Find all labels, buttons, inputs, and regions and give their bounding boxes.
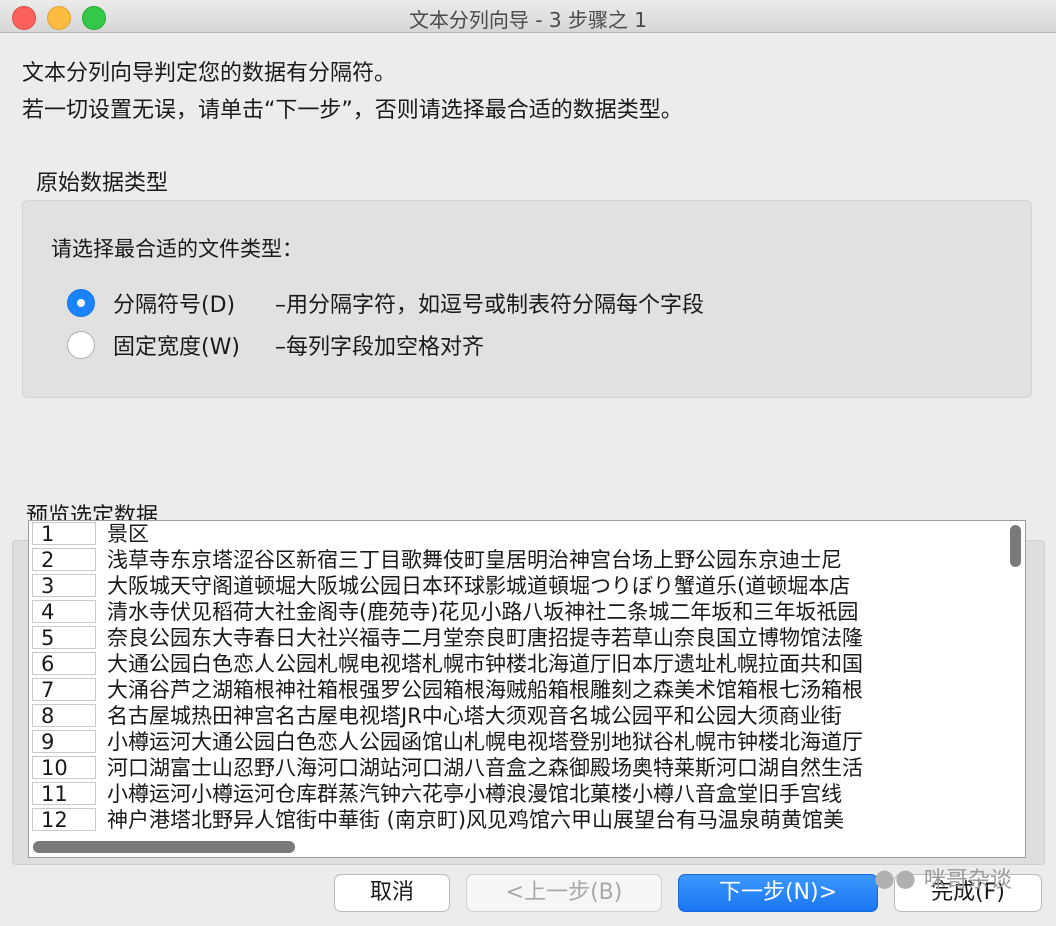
preview-row: 2 浅草寺东京塔涩谷区新宿三丁目歌舞伎町皇居明治神宫台场上野公园东京迪士尼 — [29, 547, 1025, 573]
delimited-description: –用分隔字符，如逗号或制表符分隔每个字段 — [275, 293, 705, 318]
delimited-label[interactable]: 分隔符号(D) — [113, 287, 259, 319]
file-type-prompt: 请选择最合适的文件类型： — [51, 237, 303, 261]
row-number: 9 — [32, 730, 96, 753]
preview-row: 8 名古屋城热田神宫名古屋电视塔JR中心塔大须观音名城公园平和公园大须商业街 — [29, 703, 1025, 729]
row-text: 大阪城天守阁道顿堀大阪城公园日本环球影城道頓堀つりぼり蟹道乐(道顿堀本店 — [107, 574, 851, 598]
row-number: 2 — [32, 548, 96, 571]
row-number: 5 — [32, 626, 96, 649]
fixed-width-description: –每列字段加空格对齐 — [275, 335, 485, 360]
watermark: ●● 咪哥杂谈 — [874, 860, 1012, 896]
intro-line-1: 文本分列向导判定您的数据有分隔符。 — [22, 61, 397, 86]
previous-step-button[interactable]: <上一步(B) — [466, 874, 662, 912]
preview-row: 5 奈良公园东大寺春日大社兴福寺二月堂奈良町唐招提寺若草山奈良国立博物馆法隆 — [29, 625, 1025, 651]
row-number: 4 — [32, 600, 96, 623]
preview-row: 11 小樽运河小樽运河仓库群蒸汽钟六花亭小樽浪漫馆北菓楼小樽八音盒堂旧手宫线 — [29, 781, 1025, 807]
row-number: 3 — [32, 574, 96, 597]
row-text: 名古屋城热田神宫名古屋电视塔JR中心塔大须观音名城公园平和公园大须商业街 — [107, 704, 842, 728]
intro-line-2: 若一切设置无误，请单击“下一步”，否则请选择最合适的数据类型。 — [22, 98, 683, 123]
preview-row: 1 景区 — [29, 521, 1025, 547]
cancel-button[interactable]: 取消 — [334, 874, 450, 912]
row-text: 大通公园白色恋人公园札幌电视塔札幌市钟楼北海道厅旧本厅遗址札幌拉面共和国 — [107, 652, 863, 676]
original-data-type-title: 原始数据类型 — [36, 171, 169, 196]
row-number: 8 — [32, 704, 96, 727]
row-text: 大涌谷芦之湖箱根神社箱根强罗公园箱根海贼船箱根雕刻之森美术馆箱根七汤箱根 — [107, 678, 863, 702]
preview-row: 10 河口湖富士山忍野八海河口湖站河口湖八音盒之森御殿场奥特莱斯河口湖自然生活 — [29, 755, 1025, 781]
next-step-button[interactable]: 下一步(N)> — [678, 874, 878, 912]
title-bar: 文本分列向导 - 3 步骤之 1 — [0, 0, 1056, 33]
preview-row: 4 清水寺伏见稻荷大社金阁寺(鹿苑寺)花见小路八坂神社二条城二年坂和三年坂祇园 — [29, 599, 1025, 625]
preview-row: 7 大涌谷芦之湖箱根神社箱根强罗公园箱根海贼船箱根雕刻之森美术馆箱根七汤箱根 — [29, 677, 1025, 703]
row-number: 12 — [32, 808, 96, 831]
row-number: 11 — [32, 782, 96, 805]
fixed-width-radio[interactable] — [67, 331, 95, 359]
row-text: 浅草寺东京塔涩谷区新宿三丁目歌舞伎町皇居明治神宫台场上野公园东京迪士尼 — [107, 548, 842, 572]
delimited-radio[interactable] — [67, 289, 95, 317]
row-text: 奈良公园东大寺春日大社兴福寺二月堂奈良町唐招提寺若草山奈良国立博物馆法隆 — [107, 626, 863, 650]
wechat-icon: ●● — [874, 864, 916, 892]
preview-title: 预览选定数据 — [26, 504, 159, 521]
original-data-type-group: 请选择最合适的文件类型： 分隔符号(D) –用分隔字符，如逗号或制表符分隔每个字… — [22, 200, 1032, 398]
radio-option-fixed-width[interactable]: 固定宽度(W) –每列字段加空格对齐 — [67, 329, 484, 361]
row-number: 6 — [32, 652, 96, 675]
row-text: 清水寺伏见稻荷大社金阁寺(鹿苑寺)花见小路八坂神社二条城二年坂和三年坂祇园 — [107, 600, 859, 624]
data-preview[interactable]: 1 景区 2 浅草寺东京塔涩谷区新宿三丁目歌舞伎町皇居明治神宫台场上野公园东京迪… — [28, 520, 1026, 858]
row-number: 1 — [32, 522, 96, 545]
window-title: 文本分列向导 - 3 步骤之 1 — [408, 8, 648, 32]
preview-row: 12 神户港塔北野异人馆街中華街 (南京町)风见鸡馆六甲山展望台有马温泉萌黄馆美 — [29, 807, 1025, 833]
preview-row: 6 大通公园白色恋人公园札幌电视塔札幌市钟楼北海道厅旧本厅遗址札幌拉面共和国 — [29, 651, 1025, 677]
row-text: 景区 — [107, 522, 149, 546]
row-number: 7 — [32, 678, 96, 701]
row-number: 10 — [32, 756, 96, 779]
preview-row: 3 大阪城天守阁道顿堀大阪城公园日本环球影城道頓堀つりぼり蟹道乐(道顿堀本店 — [29, 573, 1025, 599]
row-text: 河口湖富士山忍野八海河口湖站河口湖八音盒之森御殿场奥特莱斯河口湖自然生活 — [107, 756, 863, 780]
radio-option-delimited[interactable]: 分隔符号(D) –用分隔字符，如逗号或制表符分隔每个字段 — [67, 287, 704, 319]
vertical-scrollbar-thumb[interactable] — [1010, 525, 1021, 567]
row-text: 小樽运河小樽运河仓库群蒸汽钟六花亭小樽浪漫馆北菓楼小樽八音盒堂旧手宫线 — [107, 782, 842, 806]
preview-row: 9 小樽运河大通公园白色恋人公园函馆山札幌电视塔登别地狱谷札幌市钟楼北海道厅 — [29, 729, 1025, 755]
row-text: 小樽运河大通公园白色恋人公园函馆山札幌电视塔登别地狱谷札幌市钟楼北海道厅 — [107, 730, 863, 754]
row-text: 神户港塔北野异人馆街中華街 (南京町)风见鸡馆六甲山展望台有马温泉萌黄馆美 — [107, 808, 845, 832]
horizontal-scrollbar-thumb[interactable] — [33, 841, 295, 853]
fixed-width-label[interactable]: 固定宽度(W) — [113, 329, 259, 361]
watermark-text: 咪哥杂谈 — [923, 868, 1012, 893]
